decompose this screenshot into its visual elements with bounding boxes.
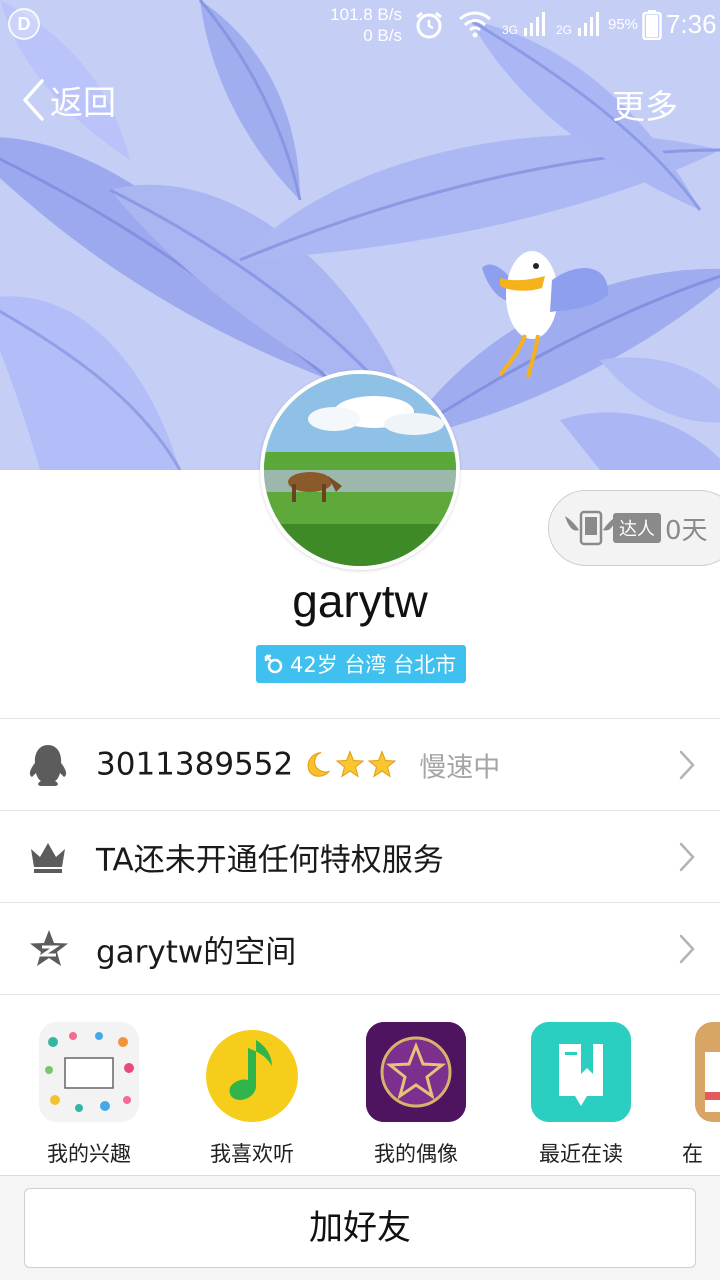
row-privilege[interactable]: TA还未开通任何特权服务: [0, 811, 720, 903]
net-up-speed: 0 B/s: [363, 26, 402, 45]
network-speed: 101.8 B/s 0 B/s: [330, 4, 402, 46]
app-my-idol[interactable]: 我的偶像: [351, 1022, 481, 1168]
profile-list: 3011389552 慢速中 TA还未开通任何特权服务 garytw的空间: [0, 718, 720, 995]
back-button[interactable]: 返回: [20, 76, 116, 124]
row-qq-number[interactable]: 3011389552 慢速中: [0, 719, 720, 811]
app-my-interests[interactable]: 我的兴趣: [24, 1022, 154, 1168]
alarm-icon: [416, 11, 442, 39]
app-name: 我的兴趣: [47, 1142, 131, 1166]
bottom-bar: 加好友: [0, 1175, 720, 1280]
daren-tag: 达人: [613, 513, 661, 543]
signal-2g-label: 2G: [556, 23, 572, 37]
qzone-star-icon: [30, 929, 68, 966]
app-recent-reading[interactable]: 最近在读: [516, 1022, 646, 1168]
daren-wing-phone-icon: [565, 510, 617, 546]
reading-book-icon: [531, 1022, 631, 1122]
privilege-text: TA还未开通任何特权服务: [96, 842, 444, 878]
idol-graphic: [366, 1022, 466, 1122]
app-partial[interactable]: 在: [680, 1022, 720, 1168]
chevron-right-icon: [679, 750, 695, 779]
partial-graphic: [695, 1022, 720, 1122]
interests-graphic: [45, 1032, 134, 1112]
qq-music-graphic: [206, 1030, 298, 1122]
chevron-right-icon: [679, 842, 695, 871]
battery-icon: [642, 10, 662, 40]
more-button[interactable]: 更多: [612, 80, 678, 128]
reading-graphic: [531, 1022, 631, 1122]
row-qzone[interactable]: garytw的空间: [0, 903, 720, 995]
interests-icon: [39, 1022, 139, 1122]
app-my-music[interactable]: 我喜欢听: [187, 1022, 317, 1168]
app-name: 我的偶像: [374, 1142, 458, 1166]
nickname: garytw: [292, 575, 428, 627]
chevron-left-icon: [23, 79, 44, 121]
signal-3g-label: 3G: [502, 23, 518, 37]
add-friend-button[interactable]: 加好友: [24, 1188, 696, 1268]
chevron-right-icon: [679, 934, 695, 963]
status-bar: D 101.8 B/s 0 B/s 3G 2G 95% 7:36: [0, 0, 720, 50]
net-down-speed: 101.8 B/s: [330, 5, 402, 24]
top-nav: 返回 更多: [0, 70, 720, 130]
star-icon: [367, 750, 397, 778]
daren-days: 0天: [665, 515, 708, 546]
moon-icon: [307, 752, 331, 777]
male-icon: [264, 654, 283, 674]
signal-2g-icon: 2G: [556, 12, 599, 37]
star-icon: [335, 750, 365, 778]
app-name: 我喜欢听: [210, 1142, 294, 1166]
avatar[interactable]: [260, 370, 460, 570]
crown-icon: [31, 842, 65, 873]
qzone-text: garytw的空间: [96, 934, 297, 970]
battery-percent: 95%: [608, 16, 639, 33]
profile-info-text: 42岁 台湾 台北市: [290, 653, 457, 677]
idol-star-icon: [366, 1022, 466, 1122]
qq-penguin-icon: [29, 744, 67, 786]
profile-info-tag: 42岁 台湾 台北市: [256, 645, 467, 683]
apps-strip: 我的兴趣 我喜欢听 我的偶像 最近在读 在: [0, 1010, 720, 1175]
qq-speed-status: 慢速中: [419, 752, 501, 783]
bird-mascot-illustration: [482, 251, 609, 379]
clock: 7:36: [666, 9, 717, 39]
app-name: 最近在读: [539, 1142, 623, 1166]
back-label: 返回: [50, 83, 116, 122]
notification-d-icon: D: [8, 8, 40, 40]
app-name: 在: [682, 1142, 703, 1166]
wifi-icon: [459, 11, 491, 38]
signal-3g-icon: 3G: [502, 12, 545, 37]
partial-app-icon: [695, 1022, 720, 1122]
avatar-photo: [264, 374, 456, 566]
daren-badge[interactable]: 达人 0天: [548, 490, 720, 566]
qq-music-icon: [202, 1022, 302, 1122]
qq-number: 3011389552: [96, 746, 294, 783]
qq-level-icons: [303, 750, 397, 780]
